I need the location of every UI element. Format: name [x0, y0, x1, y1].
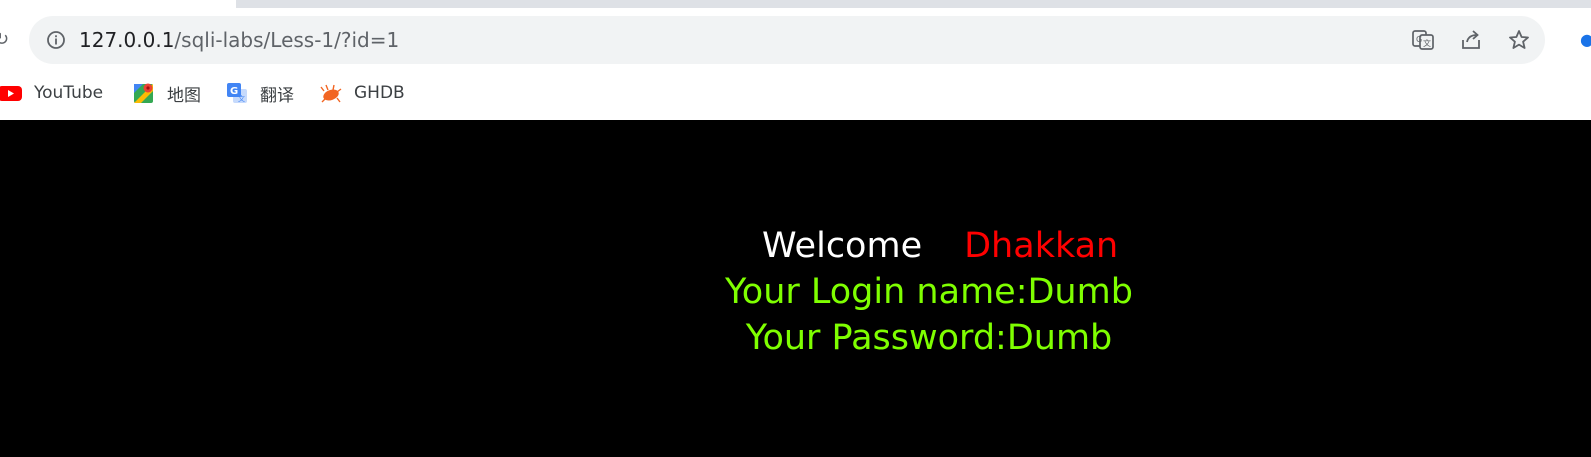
password-text: Your Password:Dumb [745, 318, 1113, 358]
username-text: Dhakkan [964, 226, 1119, 266]
share-icon[interactable] [1459, 28, 1483, 52]
svg-text:文: 文 [238, 94, 245, 103]
tab-strip [236, 0, 1591, 8]
translate-page-icon[interactable]: G 文 [1411, 28, 1435, 52]
bookmark-label: 翻译 [260, 85, 294, 106]
login-name-text: Your Login name:Dumb [725, 272, 1133, 312]
welcome-line: Welcome Dhakkan [762, 224, 1118, 268]
extension-icon[interactable]: ● [1580, 30, 1591, 50]
url-text[interactable]: 127.0.0.1/sqli-labs/Less-1/?id=1 [79, 27, 399, 53]
svg-text:文: 文 [1423, 38, 1431, 48]
site-info-icon[interactable] [46, 30, 66, 50]
ghdb-icon [320, 84, 342, 103]
welcome-text: Welcome [762, 226, 923, 266]
youtube-icon [0, 86, 22, 101]
bookmark-label: 地图 [167, 85, 201, 106]
address-bar[interactable]: 127.0.0.1/sqli-labs/Less-1/?id=1 G 文 [29, 16, 1545, 64]
maps-icon [134, 83, 153, 103]
bookmark-ghdb[interactable]: GHDB [320, 78, 405, 108]
bookmark-label: GHDB [354, 83, 405, 103]
bookmark-label: YouTube [34, 83, 104, 103]
svg-text:G: G [1416, 35, 1422, 44]
bookmark-youtube[interactable]: YouTube [0, 78, 103, 108]
bookmark-star-icon[interactable] [1507, 28, 1531, 52]
url-path: /sqli-labs/Less-1/?id=1 [174, 28, 400, 52]
translate-icon: G 文 [227, 83, 247, 103]
browser-chrome: ↻ 127.0.0.1/sqli-labs/Less-1/?id=1 G 文 ● [0, 0, 1591, 120]
page-content: Welcome Dhakkan Your Login name:Dumb Your… [0, 120, 1591, 457]
bookmark-translate[interactable]: G 文 翻译 [226, 78, 294, 108]
svg-text:G: G [230, 86, 238, 97]
bookmark-maps[interactable]: 地图 [133, 78, 201, 108]
url-host: 127.0.0.1 [79, 28, 175, 52]
bookmarks-bar: YouTube 地图 G 文 翻译 GHDB [0, 78, 1591, 108]
reload-icon[interactable]: ↻ [0, 29, 10, 51]
